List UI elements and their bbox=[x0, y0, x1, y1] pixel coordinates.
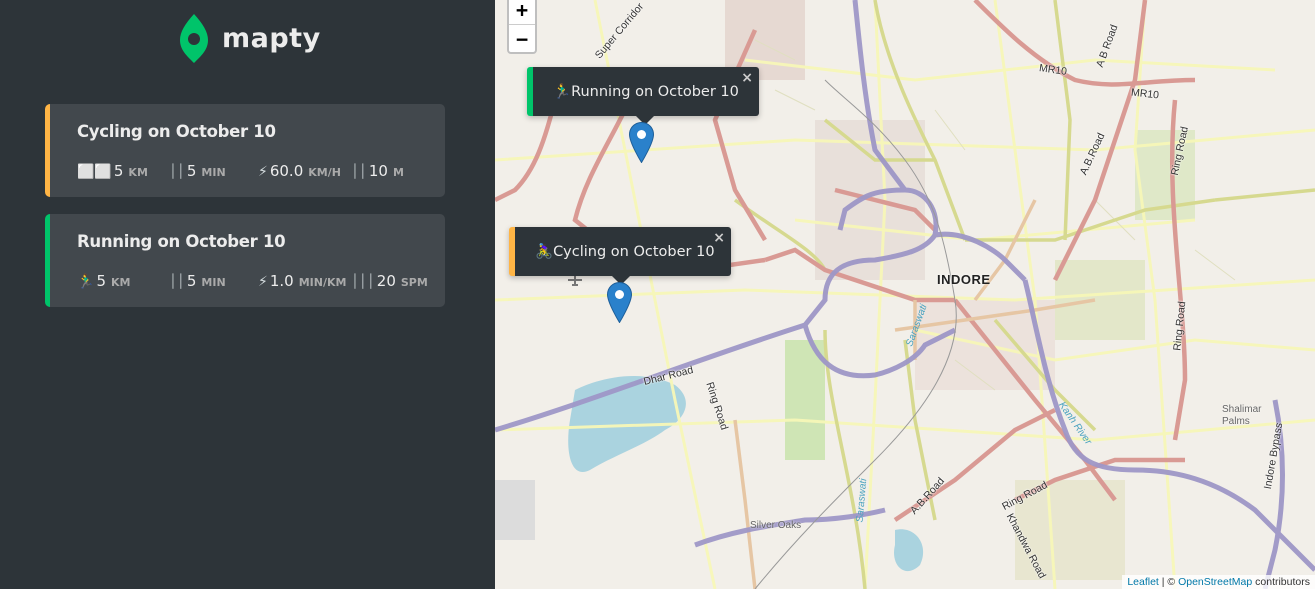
map-pin-logo-icon bbox=[180, 14, 208, 63]
popup-text: Running on October 10 bbox=[571, 83, 739, 100]
speed-unit: km/h bbox=[308, 166, 341, 179]
area-label-shalimar: Shalimar Palms bbox=[1222, 404, 1262, 427]
zoom-control: + − bbox=[507, 0, 537, 54]
osm-link[interactable]: OpenStreetMap bbox=[1178, 576, 1252, 588]
sidebar: mapty Cycling on October 10 ⬜⬜ 5 km ⏐⏐ 5… bbox=[0, 0, 495, 589]
workout-detail-distance: 🏃‍♂ 5 km bbox=[77, 272, 130, 290]
workout-title: Cycling on October 10 bbox=[77, 122, 276, 141]
bike-icon: ⬜⬜ bbox=[77, 164, 112, 180]
map-attribution: Leaflet | © OpenStreetMap contributors bbox=[1122, 575, 1315, 589]
duration-unit: min bbox=[201, 276, 226, 289]
cyclist-icon: 🚴‍♀ bbox=[535, 244, 554, 260]
leaflet-link[interactable]: Leaflet bbox=[1127, 576, 1159, 588]
runner-icon: 🏃‍♂ bbox=[77, 274, 95, 290]
duration-value: 5 bbox=[186, 162, 197, 180]
close-icon[interactable]: × bbox=[741, 70, 753, 86]
city-label: INDORE bbox=[937, 272, 991, 287]
clock-icon: ⏐⏐ bbox=[169, 274, 185, 290]
workout-card-running[interactable]: Running on October 10 🏃‍♂ 5 km ⏐⏐ 5 min … bbox=[45, 214, 445, 307]
speed-value: 60.0 bbox=[269, 162, 304, 180]
clock-icon: ⏐⏐ bbox=[169, 164, 185, 180]
lightning-icon: ⚡ bbox=[258, 274, 268, 290]
close-icon[interactable]: × bbox=[713, 230, 725, 246]
workout-detail-elevation: ⏐⏐ 10 m bbox=[351, 162, 404, 180]
elevation-value: 10 bbox=[368, 162, 388, 180]
mountain-icon: ⏐⏐ bbox=[351, 164, 367, 180]
workout-detail-speed: ⚡ 60.0 km/h bbox=[258, 162, 341, 180]
map-marker-icon[interactable] bbox=[629, 122, 654, 163]
workout-detail-duration: ⏐⏐ 5 min bbox=[169, 272, 226, 290]
workout-detail-distance: ⬜⬜ 5 km bbox=[77, 162, 148, 180]
attribution-suffix: contributors bbox=[1252, 576, 1310, 588]
lightning-icon: ⚡ bbox=[258, 164, 268, 180]
pace-value: 1.0 bbox=[269, 272, 294, 290]
duration-unit: min bbox=[201, 166, 226, 179]
workout-details: 🏃‍♂ 5 km ⏐⏐ 5 min ⚡ 1.0 min/km ⏐⏐⏐ 20 sp… bbox=[77, 272, 428, 292]
workout-detail-duration: ⏐⏐ 5 min bbox=[169, 162, 226, 180]
workout-detail-cadence: ⏐⏐⏐ 20 spm bbox=[351, 272, 428, 290]
popup-cycling[interactable]: 🚴‍♀ Cycling on October 10 × bbox=[509, 227, 731, 285]
workout-title: Running on October 10 bbox=[77, 232, 286, 251]
workout-details: ⬜⬜ 5 km ⏐⏐ 5 min ⚡ 60.0 km/h ⏐⏐ 10 m bbox=[77, 162, 425, 182]
duration-value: 5 bbox=[186, 272, 197, 290]
zoom-out-button[interactable]: − bbox=[509, 24, 535, 52]
cadence-unit: spm bbox=[400, 276, 428, 289]
area-label-silver-oaks: Silver Oaks bbox=[750, 520, 802, 531]
map-marker-icon[interactable] bbox=[607, 282, 632, 323]
map[interactable]: INDORE Dhar Road Ring Road Ring Road Rin… bbox=[495, 0, 1315, 589]
popup-text: Cycling on October 10 bbox=[553, 243, 715, 260]
popup-running[interactable]: 🏃‍♂ Running on October 10 × bbox=[527, 67, 759, 125]
elevation-unit: m bbox=[392, 166, 404, 179]
attribution-separator: | © bbox=[1158, 576, 1179, 588]
zoom-in-button[interactable]: + bbox=[509, 0, 535, 24]
pace-unit: min/km bbox=[298, 276, 347, 289]
footprints-icon: ⏐⏐⏐ bbox=[351, 274, 375, 290]
distance-value: 5 bbox=[113, 162, 124, 180]
logo-text: mapty bbox=[222, 22, 321, 54]
workout-detail-pace: ⚡ 1.0 min/km bbox=[258, 272, 346, 290]
runner-icon: 🏃‍♂ bbox=[553, 84, 572, 100]
cadence-value: 20 bbox=[376, 272, 396, 290]
distance-value: 5 bbox=[96, 272, 106, 290]
logo: mapty bbox=[178, 12, 321, 64]
workout-card-cycling[interactable]: Cycling on October 10 ⬜⬜ 5 km ⏐⏐ 5 min ⚡… bbox=[45, 104, 445, 197]
distance-unit: km bbox=[110, 276, 131, 289]
distance-unit: km bbox=[128, 166, 148, 179]
